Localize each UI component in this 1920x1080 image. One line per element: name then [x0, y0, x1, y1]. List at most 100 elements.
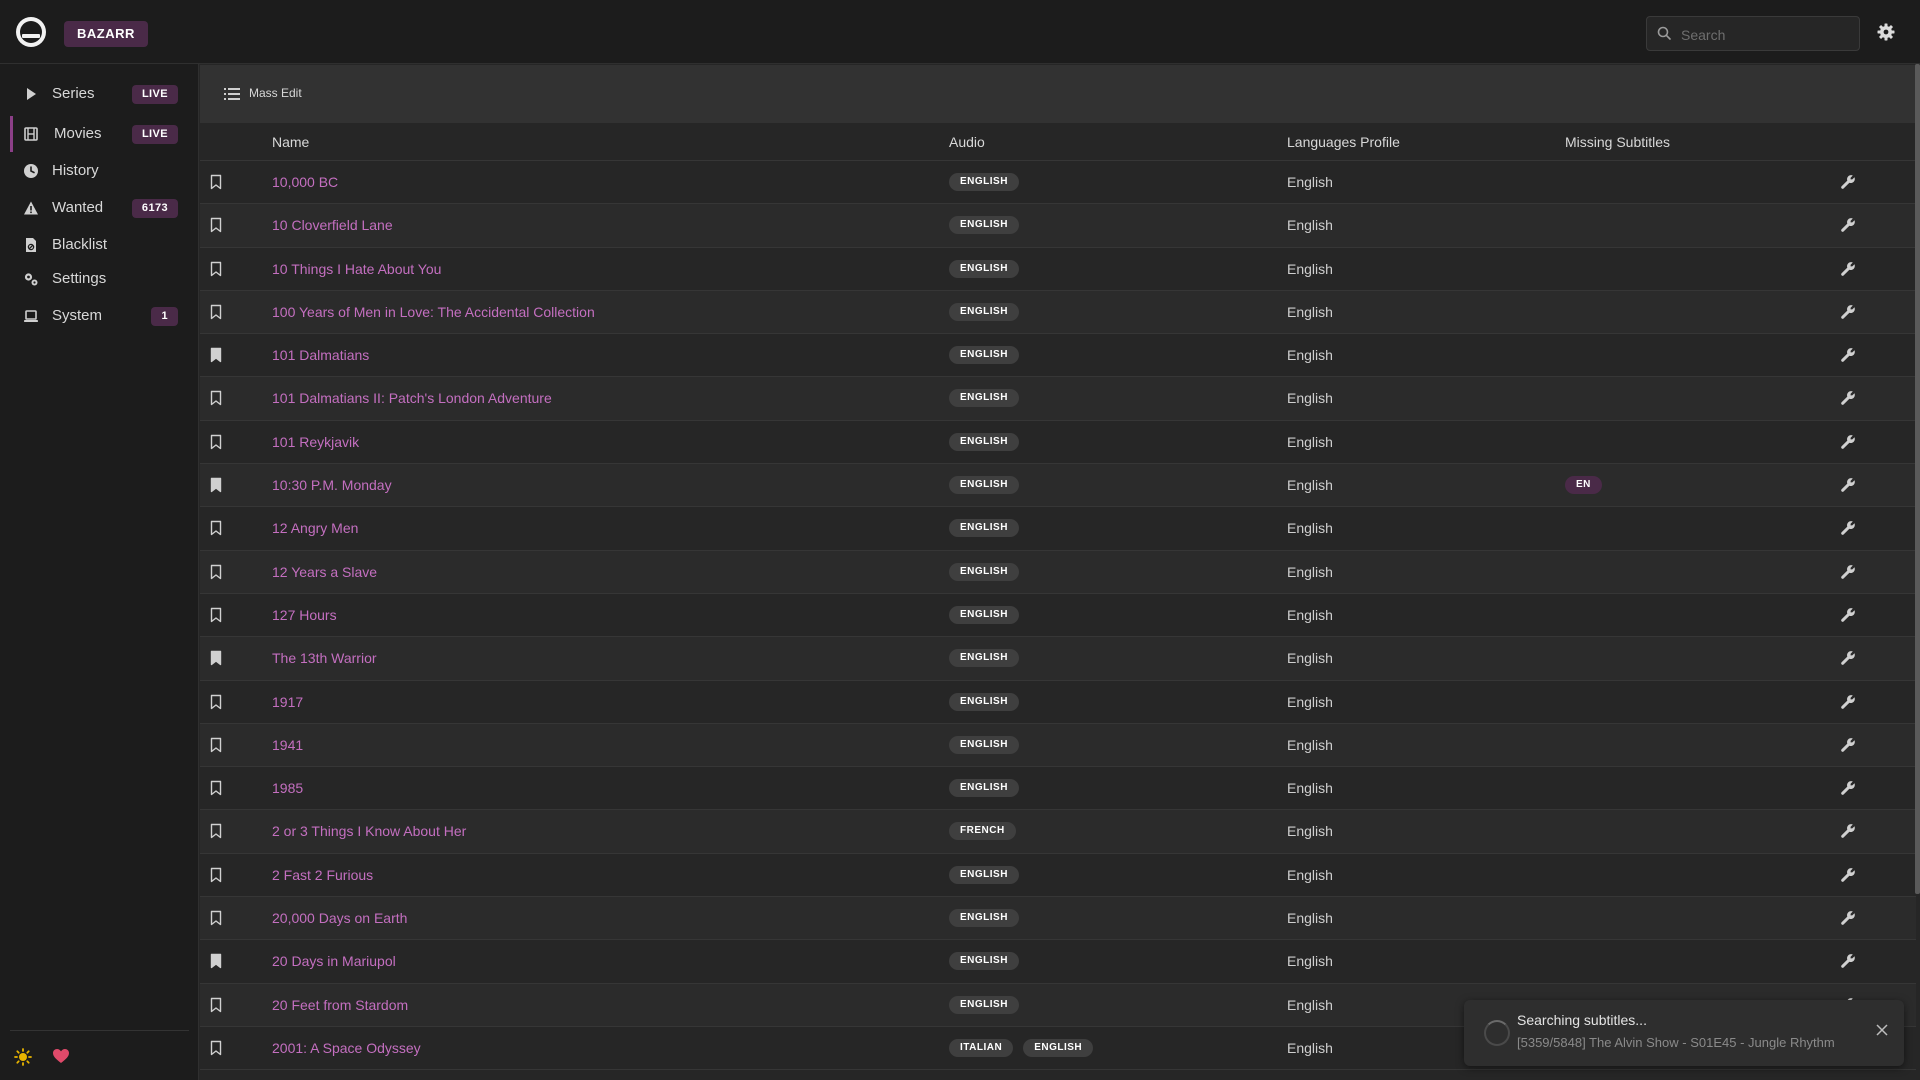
wrench-icon[interactable] [1840, 650, 1856, 666]
movie-title-link[interactable]: 101 Reykjavik [272, 421, 359, 463]
heart-icon[interactable] [52, 1048, 70, 1064]
sidebar-item-history[interactable]: History [0, 153, 198, 189]
gear-icon[interactable] [1876, 22, 1896, 42]
play-icon [27, 88, 36, 100]
wrench-icon[interactable] [1840, 347, 1856, 363]
sun-icon[interactable] [14, 1048, 32, 1066]
wrench-icon[interactable] [1840, 780, 1856, 796]
bookmark-icon[interactable] [210, 953, 222, 969]
column-header-audio[interactable]: Audio [949, 123, 985, 161]
bookmark-icon[interactable] [210, 780, 222, 796]
languages-profile: English [1287, 910, 1333, 927]
wrench-icon[interactable] [1840, 867, 1856, 883]
audio-language-badge: ENGLISH [949, 909, 1019, 928]
column-header-missing-subtitles[interactable]: Missing Subtitles [1565, 123, 1670, 161]
audio-language-badge: ENGLISH [949, 649, 1019, 668]
close-icon[interactable] [1876, 1024, 1888, 1036]
bookmark-icon[interactable] [210, 910, 222, 926]
audio-languages: ENGLISH [949, 173, 1029, 191]
movie-title-link[interactable]: 20 Days in Mariupol [272, 940, 396, 982]
bookmark-icon[interactable] [210, 737, 222, 753]
wrench-icon[interactable] [1840, 390, 1856, 406]
bookmark-icon[interactable] [210, 564, 222, 580]
wrench-icon[interactable] [1840, 823, 1856, 839]
sidebar-item-series[interactable]: Series LIVE [0, 76, 198, 112]
sidebar-item-wanted[interactable]: Wanted 6173 [0, 190, 198, 226]
bookmark-icon[interactable] [210, 304, 222, 320]
languages-profile: English [1287, 1039, 1333, 1056]
bookmark-icon[interactable] [210, 174, 222, 190]
movie-title-link[interactable]: 10:30 P.M. Monday [272, 464, 392, 506]
bookmark-icon[interactable] [210, 997, 222, 1013]
sidebar-item-system[interactable]: System 1 [0, 298, 198, 334]
movie-title-link[interactable]: 101 Dalmatians [272, 334, 369, 376]
wrench-icon[interactable] [1840, 174, 1856, 190]
audio-language-badge: ITALIAN [949, 1038, 1014, 1057]
wrench-icon[interactable] [1840, 910, 1856, 926]
live-badge: LIVE [131, 125, 178, 144]
audio-languages: ITALIAN ENGLISH [949, 1038, 1103, 1057]
audio-languages: FRENCH [949, 822, 1026, 841]
search-input[interactable] [1679, 17, 1853, 52]
languages-profile: English [1287, 650, 1333, 667]
movie-title-link[interactable]: 100 Years of Men in Love: The Accidental… [272, 291, 595, 333]
movie-title-link[interactable]: 20,000 Days on Earth [272, 897, 407, 939]
wrench-icon[interactable] [1840, 520, 1856, 536]
movie-title-link[interactable]: 10 Cloverfield Lane [272, 204, 393, 246]
missing-subtitle-badge[interactable]: EN [1565, 476, 1602, 495]
wrench-icon[interactable] [1840, 564, 1856, 580]
bookmark-icon[interactable] [210, 694, 222, 710]
movie-title-link[interactable]: 12 Angry Men [272, 507, 358, 549]
wrench-icon[interactable] [1840, 953, 1856, 969]
bookmark-icon[interactable] [210, 434, 222, 450]
movie-title-link[interactable]: The 13th Warrior [272, 637, 377, 679]
wrench-icon[interactable] [1840, 217, 1856, 233]
wrench-icon[interactable] [1840, 694, 1856, 710]
bookmark-icon[interactable] [210, 650, 222, 666]
bookmark-icon[interactable] [210, 390, 222, 406]
bookmark-icon[interactable] [210, 867, 222, 883]
wrench-icon[interactable] [1840, 607, 1856, 623]
audio-language-badge: ENGLISH [949, 605, 1019, 624]
wrench-icon[interactable] [1840, 434, 1856, 450]
movie-title-link[interactable]: 10 Things I Hate About You [272, 248, 441, 290]
scrollbar[interactable] [1915, 64, 1920, 894]
movie-title-link[interactable]: 1917 [272, 681, 303, 723]
clock-icon [24, 164, 38, 178]
movie-title-link[interactable]: 1985 [272, 767, 303, 809]
movie-title-link[interactable]: 12 Years a Slave [272, 551, 377, 593]
table-row: 20 Days in Mariupol ENGLISH English [200, 940, 1916, 984]
wrench-icon[interactable] [1840, 304, 1856, 320]
sidebar-item-settings[interactable]: Settings [0, 261, 198, 297]
movie-title-link[interactable]: 2001: A Space Odyssey [272, 1027, 421, 1069]
search-box[interactable] [1646, 16, 1860, 52]
audio-language-badge: ENGLISH [949, 519, 1019, 538]
movie-title-link[interactable]: 20 Feet from Stardom [272, 984, 408, 1026]
column-header-name[interactable]: Name [272, 123, 309, 161]
column-header-languages-profile[interactable]: Languages Profile [1287, 123, 1400, 161]
app-title-badge[interactable]: BAZARR [64, 21, 148, 47]
bookmark-icon[interactable] [210, 607, 222, 623]
movie-title-link[interactable]: 1941 [272, 724, 303, 766]
movie-title-link[interactable]: 10,000 BC [272, 161, 338, 203]
wrench-icon[interactable] [1840, 477, 1856, 493]
bazarr-logo-icon[interactable] [16, 17, 46, 47]
table-row: 127 Hours ENGLISH English [200, 594, 1916, 638]
bookmark-icon[interactable] [210, 261, 222, 277]
bookmark-icon[interactable] [210, 347, 222, 363]
toast-title: Searching subtitles... [1517, 1012, 1647, 1028]
wrench-icon[interactable] [1840, 737, 1856, 753]
bookmark-icon[interactable] [210, 217, 222, 233]
bookmark-icon[interactable] [210, 823, 222, 839]
bookmark-icon[interactable] [210, 520, 222, 536]
bookmark-icon[interactable] [210, 1040, 222, 1056]
movie-title-link[interactable]: 101 Dalmatians II: Patch's London Advent… [272, 377, 552, 419]
audio-language-badge: ENGLISH [949, 432, 1019, 451]
bookmark-icon[interactable] [210, 477, 222, 493]
movie-title-link[interactable]: 2 or 3 Things I Know About Her [272, 810, 466, 852]
movie-title-link[interactable]: 127 Hours [272, 594, 337, 636]
sidebar-item-blacklist[interactable]: Blacklist [0, 227, 198, 263]
sidebar-item-movies[interactable]: Movies LIVE [0, 116, 198, 152]
wrench-icon[interactable] [1840, 261, 1856, 277]
movie-title-link[interactable]: 2 Fast 2 Furious [272, 854, 373, 896]
